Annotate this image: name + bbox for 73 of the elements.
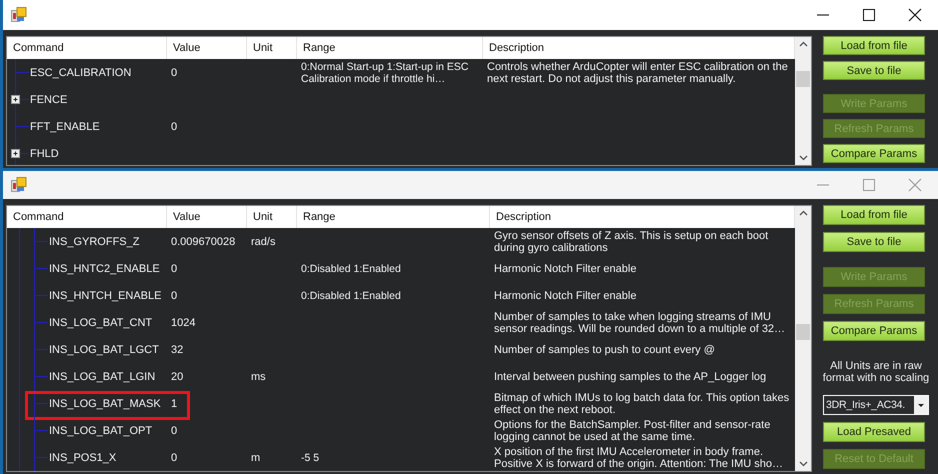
parameter-range: 0:Disabled 1:Enabled xyxy=(301,262,401,274)
parameter-unit: rad/s xyxy=(251,236,276,248)
parameter-description: Number of samples to push to count every @ xyxy=(494,344,715,356)
app-icon xyxy=(11,7,27,23)
column-header[interactable]: Range xyxy=(297,206,490,228)
action-button[interactable]: Save to file xyxy=(823,61,925,80)
maximize-icon[interactable] xyxy=(861,7,877,23)
scrollbar-thumb[interactable] xyxy=(796,324,810,340)
parameter-value[interactable]: 32 xyxy=(171,344,184,356)
expand-icon[interactable] xyxy=(9,140,29,165)
column-header[interactable]: Command xyxy=(7,206,167,228)
scroll-up-icon[interactable] xyxy=(798,41,808,47)
parameter-value[interactable]: 0 xyxy=(171,262,178,274)
parameter-value[interactable]: 20 xyxy=(171,370,184,382)
parameter-name[interactable]: INS_LOG_BAT_MASK xyxy=(49,398,161,410)
action-button[interactable]: Load from file xyxy=(823,205,925,225)
column-header[interactable]: Value xyxy=(167,37,247,59)
scroll-up-icon[interactable] xyxy=(798,210,808,216)
column-header[interactable]: Unit xyxy=(247,37,297,59)
scrollbar-thumb[interactable] xyxy=(796,71,810,87)
parameter-name[interactable]: INS_HNTC2_ENABLE xyxy=(49,262,160,274)
units-note: All Units are in raw format with no scaling xyxy=(822,360,930,384)
action-button[interactable]: Compare Params xyxy=(823,321,925,341)
parameter-name[interactable]: INS_POS1_X xyxy=(49,452,116,464)
parameter-name[interactable]: INS_LOG_BAT_LGIN xyxy=(49,370,156,382)
parameter-value[interactable]: 0 xyxy=(171,452,178,464)
parameter-unit: ms xyxy=(251,370,266,382)
parameter-description: Gyro sensor offsets of Z axis. This is setup on each boot during gyro calibrations xyxy=(494,230,770,254)
parameter-description: Interval between pushing samples to the AP_Logger log xyxy=(494,370,766,382)
parameter-description: Bitmap of which IMUs to log batch data for. This option takes effect on the next reboot. xyxy=(494,392,790,416)
action-button[interactable]: Compare Params xyxy=(823,144,925,163)
close-icon[interactable] xyxy=(907,7,923,23)
parameter-description: X position of the first IMU Accelerometer in body frame. Positive X is forward of the origin. Attention: The IMU sho… xyxy=(494,446,784,470)
column-header[interactable]: Command xyxy=(7,37,167,59)
action-button[interactable]: Load Presaved xyxy=(823,422,925,442)
parameter-name[interactable]: INS_GYROFFS_Z xyxy=(49,236,140,248)
parameter-description: Harmonic Notch Filter enable xyxy=(494,262,636,274)
parameter-name[interactable]: FFT_ENABLE xyxy=(30,120,100,132)
parameter-value[interactable]: 1 xyxy=(171,398,178,410)
parameter-description: Harmonic Notch Filter enable xyxy=(494,290,636,302)
parameter-range: -5 5 xyxy=(301,452,320,464)
dropdown-caret-icon[interactable] xyxy=(914,396,928,414)
parameter-description: Controls whether ArduCopter will enter ESC calibration on the next restart. Do not adjust this parameter manually. xyxy=(487,60,789,84)
parameter-name[interactable]: FENCE xyxy=(30,94,68,106)
parameter-value[interactable]: 0 xyxy=(171,120,178,132)
parameter-value[interactable]: 0 xyxy=(171,290,178,302)
scrollbar[interactable] xyxy=(795,206,811,471)
action-button[interactable]: Save to file xyxy=(823,232,925,252)
parameter-value[interactable]: 0.009670028 xyxy=(171,236,236,248)
parameter-value[interactable]: 0 xyxy=(171,424,178,436)
parameter-name[interactable]: INS_LOG_BAT_OPT xyxy=(49,424,152,436)
parameter-name[interactable]: INS_LOG_BAT_LGCT xyxy=(49,344,159,356)
parameter-value[interactable]: 1024 xyxy=(171,316,196,328)
parameter-name[interactable]: ESC_CALIBRATION xyxy=(30,66,132,78)
parameter-description: Number of samples to take when logging streams of IMU sensor readings. Will be rounded down to a multiple of 32… xyxy=(494,310,786,334)
parameter-range: 0:Normal Start-up 1:Start-up in ESC Calibration mode if throttle hi… xyxy=(301,60,470,84)
parameter-value[interactable]: 0 xyxy=(171,66,178,78)
app-icon xyxy=(11,177,27,193)
parameter-name[interactable]: FHLD xyxy=(30,148,59,160)
scroll-down-icon[interactable] xyxy=(798,461,808,467)
column-header[interactable]: Value xyxy=(167,206,247,228)
scroll-down-icon[interactable] xyxy=(798,155,808,161)
scrollbar[interactable] xyxy=(795,37,811,165)
parameter-range: 0:Disabled 1:Enabled xyxy=(301,290,401,302)
column-header[interactable]: Range xyxy=(297,37,483,59)
preset-dropdown[interactable]: 3DR_Iris+_AC34. xyxy=(823,395,929,415)
parameter-name[interactable]: INS_LOG_BAT_CNT xyxy=(49,316,152,328)
expand-icon[interactable] xyxy=(9,86,29,113)
column-header[interactable]: Unit xyxy=(247,206,297,228)
parameter-name[interactable]: INS_HNTCH_ENABLE xyxy=(49,290,162,302)
action-button[interactable]: Load from file xyxy=(823,36,925,55)
parameter-unit: m xyxy=(251,452,260,464)
parameter-description: Options for the BatchSampler. Post-filter and sensor-rate logging cannot be used at the same time. xyxy=(494,418,772,442)
